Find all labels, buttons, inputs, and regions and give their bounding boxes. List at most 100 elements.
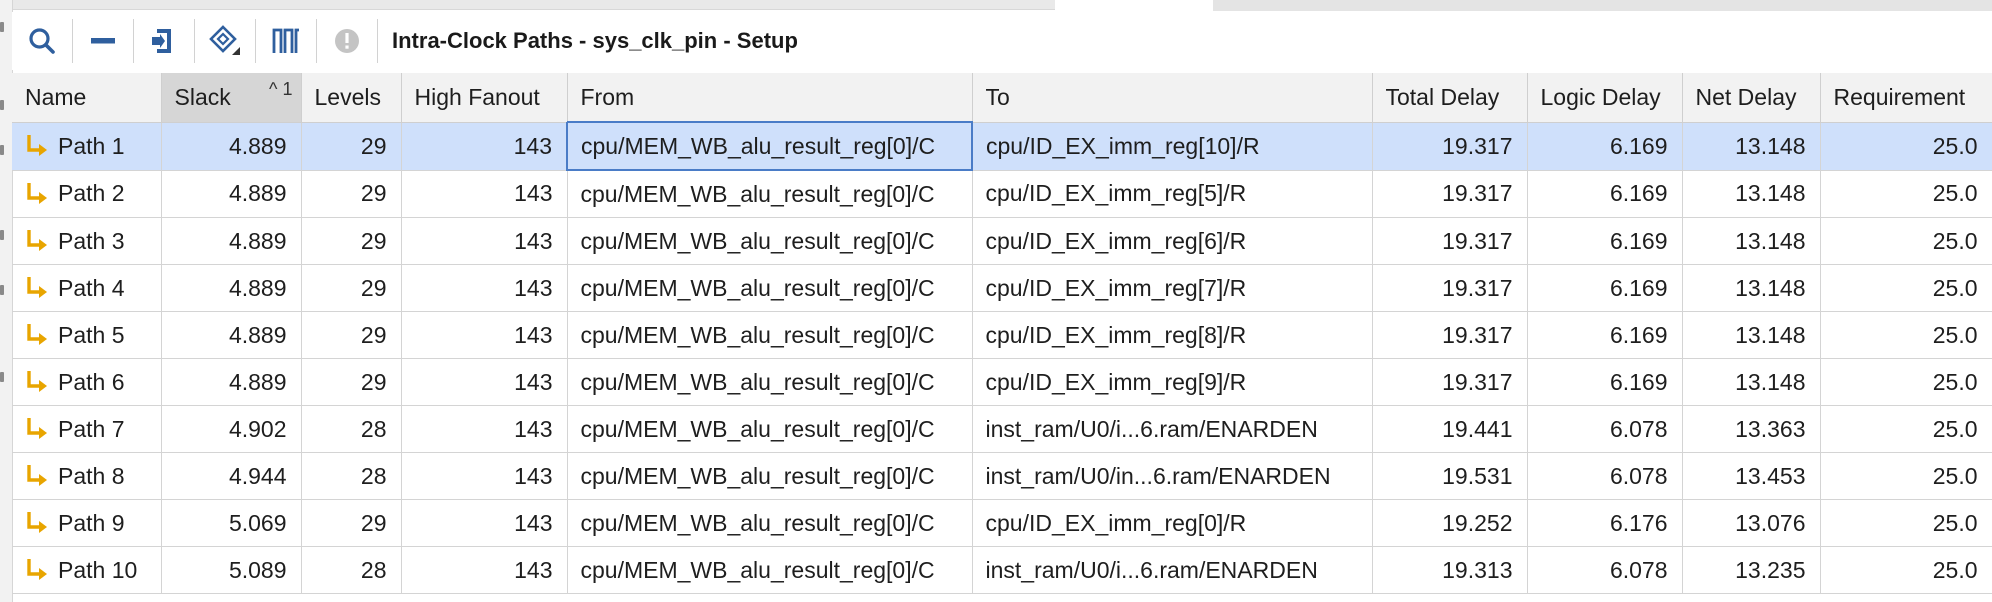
cell-net-delay[interactable]: 13.148 [1682,170,1821,218]
cell-levels[interactable]: 29 [301,358,402,406]
cell-logic-delay[interactable]: 6.078 [1527,546,1683,594]
cell-high-fanout[interactable]: 143 [401,264,568,312]
schematic-button[interactable] [201,17,249,65]
cell-slack[interactable]: 4.902 [161,405,302,453]
column-header-levels[interactable]: Levels [301,73,402,123]
search-button[interactable] [18,17,66,65]
table-row[interactable]: Path 8 4.944 28 143 cpu/MEM_WB_alu_result_re… [12,452,1992,500]
cell-net-delay[interactable]: 13.148 [1682,311,1821,359]
cell-requirement[interactable]: 25.0 [1820,122,1992,171]
table-row[interactable]: Path 6 4.889 29 143 cpu/MEM_WB_alu_result_re… [12,358,1992,406]
cell-slack[interactable]: 4.889 [161,122,302,171]
cell-from[interactable]: cpu/MEM_WB_alu_result_reg[0]/C [567,217,973,265]
cell-high-fanout[interactable]: 143 [401,405,568,453]
cell-high-fanout[interactable]: 143 [401,452,568,500]
cell-total-delay[interactable]: 19.317 [1372,264,1528,312]
cell-net-delay[interactable]: 13.076 [1682,499,1821,547]
cell-requirement[interactable]: 25.0 [1820,546,1992,594]
cell-levels[interactable]: 28 [301,405,402,453]
cell-total-delay[interactable]: 19.317 [1372,217,1528,265]
cell-high-fanout[interactable]: 143 [401,358,568,406]
column-header-logic-delay[interactable]: Logic Delay [1527,73,1683,123]
cell-levels[interactable]: 29 [301,170,402,218]
cell-net-delay[interactable]: 13.148 [1682,264,1821,312]
cell-to[interactable]: cpu/ID_EX_imm_reg[6]/R [972,217,1373,265]
cell-total-delay[interactable]: 19.531 [1372,452,1528,500]
cell-requirement[interactable]: 25.0 [1820,264,1992,312]
cell-name[interactable]: Path 4 [12,264,162,312]
cell-total-delay[interactable]: 19.317 [1372,122,1528,171]
waveform-button[interactable] [262,17,310,65]
cell-levels[interactable]: 29 [301,122,402,171]
cell-levels[interactable]: 28 [301,546,402,594]
cell-to[interactable]: cpu/ID_EX_imm_reg[8]/R [972,311,1373,359]
table-row[interactable]: Path 10 5.089 28 143 cpu/MEM_WB_alu_result_r… [12,546,1992,594]
cell-slack[interactable]: 4.889 [161,358,302,406]
cell-net-delay[interactable]: 13.148 [1682,358,1821,406]
cell-to[interactable]: inst_ram/U0/i...6.ram/ENARDEN [972,546,1373,594]
cell-slack[interactable]: 4.889 [161,264,302,312]
table-row[interactable]: Path 9 5.069 29 143 cpu/MEM_WB_alu_result_re… [12,499,1992,547]
cell-from[interactable]: cpu/MEM_WB_alu_result_reg[0]/C [567,499,973,547]
cell-total-delay[interactable]: 19.441 [1372,405,1528,453]
cell-high-fanout[interactable]: 143 [401,122,568,171]
cell-total-delay[interactable]: 19.313 [1372,546,1528,594]
cell-name[interactable]: Path 6 [12,358,162,406]
table-row[interactable]: Path 4 4.889 29 143 cpu/MEM_WB_alu_result_re… [12,264,1992,312]
cell-to[interactable]: cpu/ID_EX_imm_reg[5]/R [972,170,1373,218]
cell-logic-delay[interactable]: 6.169 [1527,358,1683,406]
cell-from[interactable]: cpu/MEM_WB_alu_result_reg[0]/C [567,405,973,453]
cell-logic-delay[interactable]: 6.176 [1527,499,1683,547]
cell-name[interactable]: Path 3 [12,217,162,265]
cell-total-delay[interactable]: 19.317 [1372,170,1528,218]
export-timing-button[interactable] [140,17,188,65]
cell-logic-delay[interactable]: 6.169 [1527,311,1683,359]
cell-high-fanout[interactable]: 143 [401,311,568,359]
column-header-from[interactable]: From [567,73,973,123]
cell-name[interactable]: Path 9 [12,499,162,547]
cell-logic-delay[interactable]: 6.169 [1527,264,1683,312]
table-row[interactable]: Path 5 4.889 29 143 cpu/MEM_WB_alu_result_re… [12,311,1992,359]
cell-name[interactable]: Path 1 [12,122,162,171]
cell-requirement[interactable]: 25.0 [1820,405,1992,453]
cell-from[interactable]: cpu/MEM_WB_alu_result_reg[0]/C [567,170,973,218]
cell-name[interactable]: Path 7 [12,405,162,453]
cell-net-delay[interactable]: 13.363 [1682,405,1821,453]
column-header-requirement[interactable]: Requirement [1820,73,1992,123]
cell-from[interactable]: cpu/MEM_WB_alu_result_reg[0]/C [567,311,973,359]
collapse-all-button[interactable] [79,17,127,65]
cell-logic-delay[interactable]: 6.169 [1527,170,1683,218]
cell-from[interactable]: cpu/MEM_WB_alu_result_reg[0]/C [567,452,973,500]
column-header-to[interactable]: To [972,73,1373,123]
cell-requirement[interactable]: 25.0 [1820,499,1992,547]
cell-net-delay[interactable]: 13.453 [1682,452,1821,500]
column-header-slack[interactable]: Slack ^ 1 [161,73,302,123]
cell-from[interactable]: cpu/MEM_WB_alu_result_reg[0]/C [567,546,973,594]
cell-from[interactable]: cpu/MEM_WB_alu_result_reg[0]/C [567,358,973,406]
cell-levels[interactable]: 28 [301,452,402,500]
cell-net-delay[interactable]: 13.148 [1682,217,1821,265]
cell-levels[interactable]: 29 [301,264,402,312]
cell-to[interactable]: cpu/ID_EX_imm_reg[7]/R [972,264,1373,312]
cell-to[interactable]: inst_ram/U0/in...6.ram/ENARDEN [972,452,1373,500]
cell-slack[interactable]: 5.089 [161,546,302,594]
cell-logic-delay[interactable]: 6.078 [1527,452,1683,500]
cell-requirement[interactable]: 25.0 [1820,311,1992,359]
cell-high-fanout[interactable]: 143 [401,546,568,594]
cell-total-delay[interactable]: 19.252 [1372,499,1528,547]
cell-requirement[interactable]: 25.0 [1820,358,1992,406]
cell-name[interactable]: Path 10 [12,546,162,594]
column-header-high-fanout[interactable]: High Fanout [401,73,568,123]
cell-high-fanout[interactable]: 143 [401,217,568,265]
cell-to[interactable]: cpu/ID_EX_imm_reg[0]/R [972,499,1373,547]
cell-levels[interactable]: 29 [301,217,402,265]
cell-levels[interactable]: 29 [301,311,402,359]
cell-requirement[interactable]: 25.0 [1820,217,1992,265]
column-header-total-delay[interactable]: Total Delay [1372,73,1528,123]
cell-requirement[interactable]: 25.0 [1820,452,1992,500]
cell-net-delay[interactable]: 13.148 [1682,122,1821,171]
table-row[interactable]: Path 7 4.902 28 143 cpu/MEM_WB_alu_result_re… [12,405,1992,453]
cell-name[interactable]: Path 5 [12,311,162,359]
cell-net-delay[interactable]: 13.235 [1682,546,1821,594]
column-header-name[interactable]: Name [12,73,162,123]
